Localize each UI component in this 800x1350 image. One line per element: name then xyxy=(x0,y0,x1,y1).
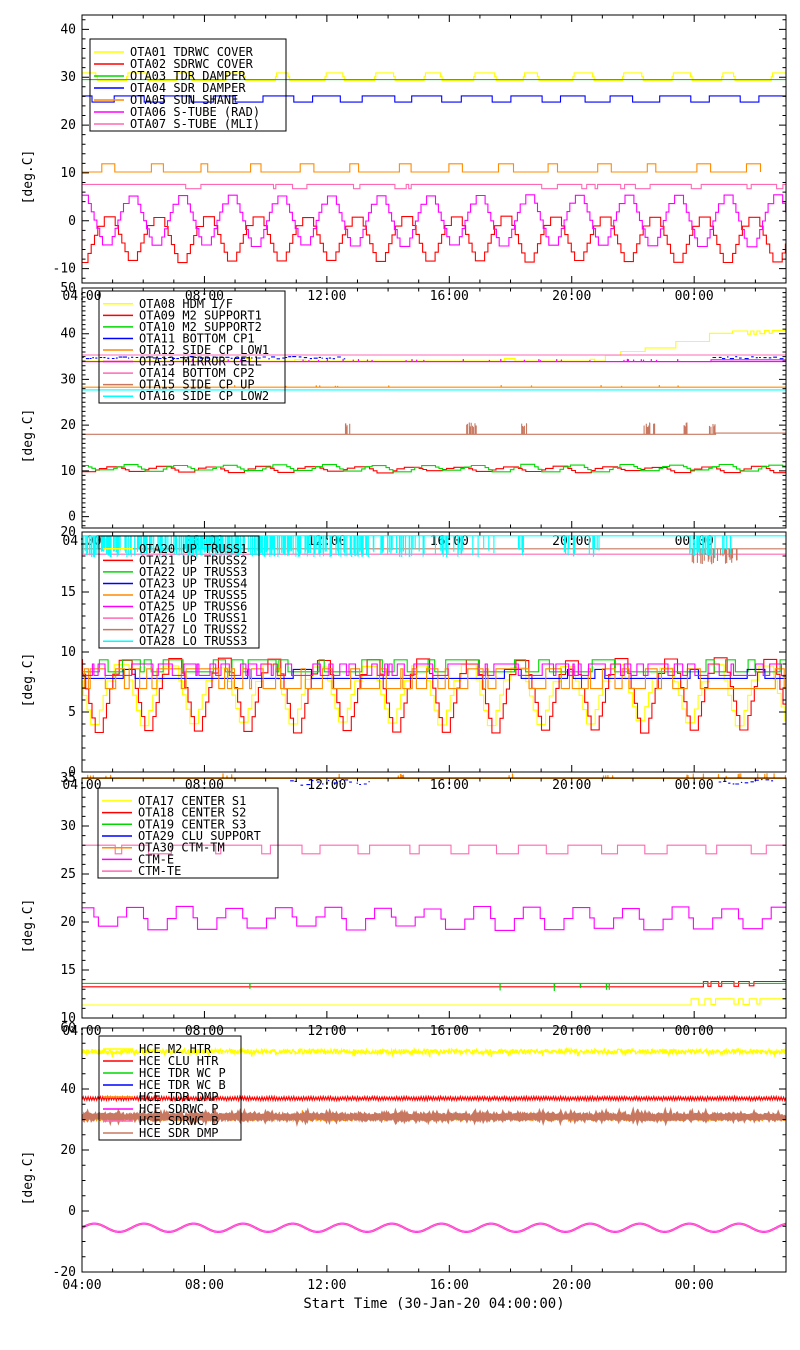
y-tick-label: 20 xyxy=(60,915,76,930)
y-axis-label: [deg.C] xyxy=(21,899,36,954)
series-OTA02 xyxy=(82,215,786,264)
x-tick-label: 04:00 xyxy=(62,1278,101,1293)
y-axis-label: [deg.C] xyxy=(21,150,36,205)
y-tick-label: 50 xyxy=(60,281,76,296)
series-OTA18 xyxy=(82,980,786,988)
x-tick-label: 20:00 xyxy=(552,1278,591,1293)
y-tick-label: 40 xyxy=(60,1082,76,1097)
y-tick-label: 0 xyxy=(68,1204,76,1219)
y-tick-label: 0 xyxy=(68,510,76,525)
series-CTM-E xyxy=(82,905,786,931)
y-axis-label: [deg.C] xyxy=(21,409,36,464)
legend-label: OTA07 S-TUBE (MLI) xyxy=(130,117,260,131)
panel-1: -10010203040[deg.C]04:00 08:00 12:00 16:00 2… xyxy=(21,14,787,304)
x-tick-label: 00:00 xyxy=(675,1278,714,1293)
legend-label: OTA16 SIDE CP LOW2 xyxy=(139,389,269,403)
x-tick-label: 08:00 xyxy=(185,1278,224,1293)
legend: OTA08 HDM I/FOTA09 M2 SUPPORT1OTA10 M2 S… xyxy=(98,290,286,404)
panel-2: 01020304050[deg.C]04:00 08:00 12:00 16:00 20… xyxy=(21,281,787,549)
panel-4: 101520253035[deg.C]04:0008:0012:0016:002… xyxy=(21,771,787,1039)
y-tick-label: 15 xyxy=(60,585,76,600)
y-tick-label: 35 xyxy=(60,771,76,786)
legend: OTA01 TDRWC COVEROTA02 SDRWC COVEROTA03 … xyxy=(89,38,287,132)
y-tick-label: 30 xyxy=(60,819,76,834)
y-tick-label: 30 xyxy=(60,70,76,85)
series-OTA22 xyxy=(82,659,786,673)
y-axis-label: [deg.C] xyxy=(21,653,36,708)
series-OTA15x xyxy=(344,422,716,435)
series-OTA15 xyxy=(82,432,786,435)
x-tick-label: 12:00 xyxy=(307,1278,346,1293)
y-tick-label: 20 xyxy=(60,418,76,433)
panel-3: 05101520[deg.C]04:00 08:00 12:00 16:00 20:00… xyxy=(21,525,787,793)
y-tick-label: 5 xyxy=(68,705,76,720)
x-tick-label: 16:00 xyxy=(430,1278,469,1293)
y-tick-label: 40 xyxy=(60,327,76,342)
y-axis-label: [deg.C] xyxy=(21,1151,36,1206)
legend-label: OTA28 LO TRUSS3 xyxy=(139,634,247,648)
legend: OTA17 CENTER S1OTA18 CENTER S2OTA19 CENT… xyxy=(97,787,279,879)
series-OTA06 xyxy=(82,194,786,248)
y-tick-label: 60 xyxy=(60,1021,76,1036)
y-tick-label: -10 xyxy=(53,262,76,277)
y-tick-label: 30 xyxy=(60,372,76,387)
legend-label: CTM-TE xyxy=(138,864,181,878)
legend: OTA20 UP TRUSS1OTA21 UP TRUSS2OTA22 UP T… xyxy=(98,535,260,649)
y-tick-label: 10 xyxy=(60,645,76,660)
y-tick-label: 0 xyxy=(68,214,76,229)
y-tick-label: 20 xyxy=(60,525,76,540)
y-tick-label: 40 xyxy=(60,22,76,37)
y-tick-label: 20 xyxy=(60,1143,76,1158)
series-OTA07 xyxy=(82,183,786,190)
legend-label: HCE SDR DMP xyxy=(139,1126,218,1140)
multi-panel-plot: -10 0 10 20 30 40 [deg.C] 04:00 08:00 12:00 16:00 2… xyxy=(21,14,787,1293)
telemetry-figure: -10 0 10 20 30 40 [deg.C] 04:00 08:00 12:00 16:00 2… xyxy=(0,0,800,1350)
panel-5: -200204060[deg.C]04:00 08:00 12:00 16:00 20:… xyxy=(21,1021,787,1293)
series-OTA05 xyxy=(82,163,762,173)
y-tick-label: 15 xyxy=(60,963,76,978)
series-OTA17 xyxy=(82,998,786,1006)
x-axis-title: Start Time (30-Jan-20 04:00:00) xyxy=(303,1296,565,1312)
y-tick-label: 25 xyxy=(60,867,76,882)
y-tick-label: 10 xyxy=(60,166,76,181)
y-tick-label: 10 xyxy=(60,464,76,479)
y-tick-label: 20 xyxy=(60,118,76,133)
